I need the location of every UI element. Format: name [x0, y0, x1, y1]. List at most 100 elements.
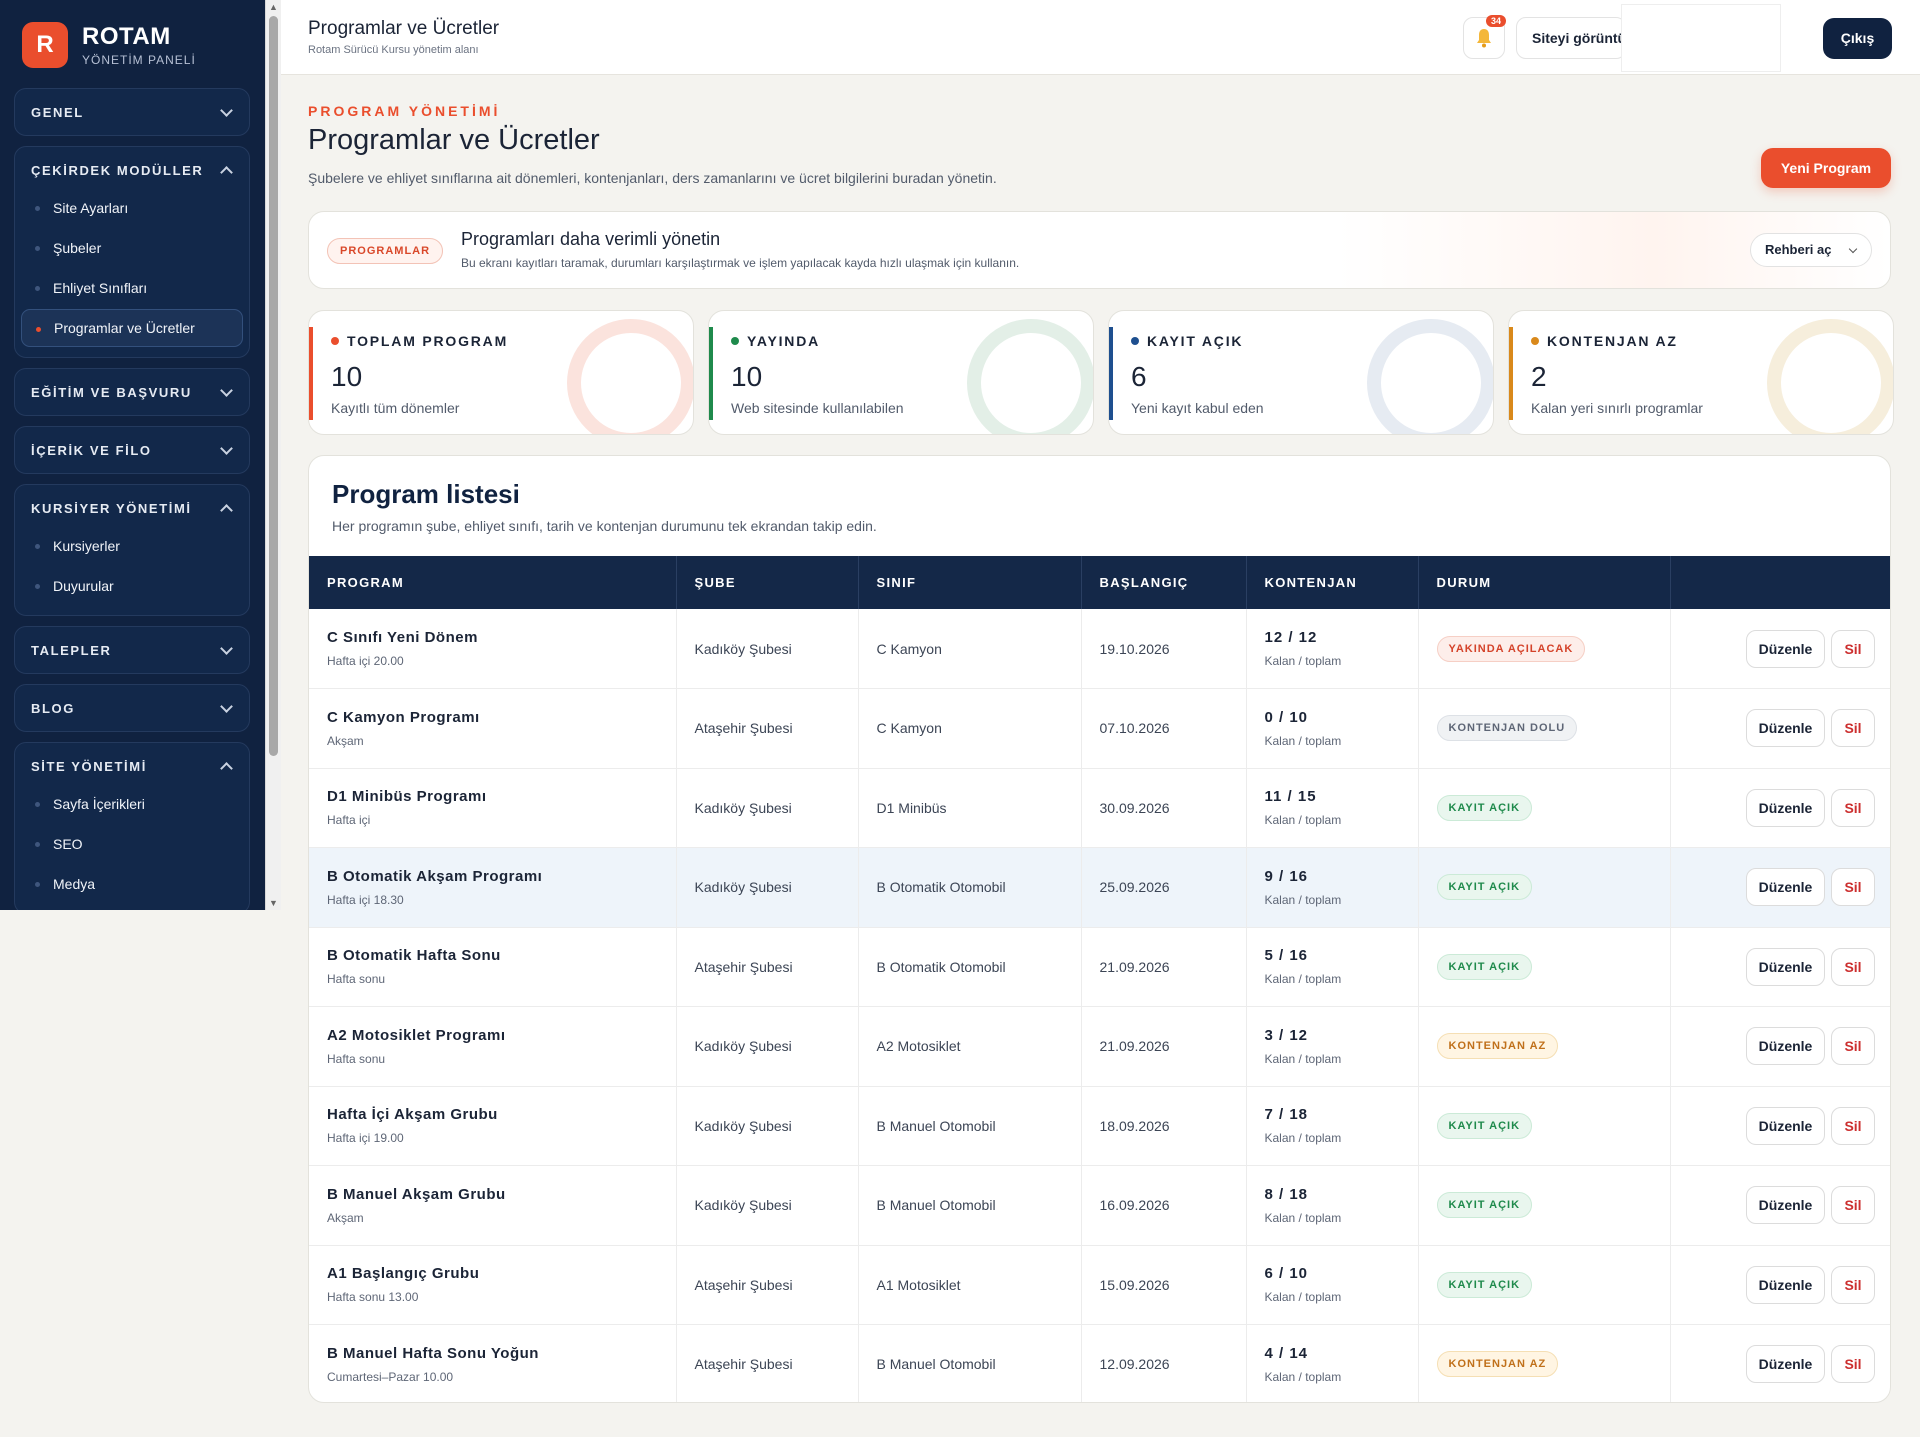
table-row[interactable]: B Manuel Hafta Sonu Yoğun Cumartesi–Pazar…	[309, 1324, 1890, 1402]
nav-group-header[interactable]: SİTE YÖNETİMİ	[15, 743, 249, 789]
nav-group-title: ÇEKİRDEK MODÜLLER	[31, 162, 204, 178]
program-name: C Kamyon Programı	[327, 708, 480, 726]
notification-badge: 34	[1486, 15, 1507, 27]
column-header-actions	[1670, 556, 1890, 609]
chevron-down-icon	[219, 385, 233, 399]
table-row[interactable]: Hafta İçi Akşam Grubu Hafta içi 19.00 Kadı…	[309, 1086, 1890, 1166]
sidebar-item-ehliyet-siniflari[interactable]: Ehliyet Sınıfları	[21, 269, 243, 307]
sidebar-item-duyurular[interactable]: Duyurular	[21, 567, 243, 605]
sidebar-item-kursiyerler[interactable]: Kursiyerler	[21, 527, 243, 565]
branch-cell: Kadıköy Şubesi	[676, 1165, 859, 1245]
quota-caption: Kalan / toplam	[1264, 813, 1342, 828]
edit-button[interactable]: Düzenle	[1746, 1027, 1825, 1066]
table-row[interactable]: B Manuel Akşam Grubu Akşam Kadıköy Şubesi B…	[309, 1165, 1890, 1246]
edit-button[interactable]: Düzenle	[1746, 868, 1825, 907]
sidebar-item-label: SEO	[53, 836, 83, 852]
stat-hint: Kayıtlı tüm dönemler	[331, 400, 460, 416]
table-row[interactable]: B Otomatik Hafta Sonu Hafta sonu Ataşehir …	[309, 927, 1890, 1007]
table-row[interactable]: C Kamyon Programı Akşam Ataşehir Şubesi C K…	[309, 688, 1890, 769]
scrollbar-thumb[interactable]	[269, 16, 278, 756]
delete-button[interactable]: Sil	[1831, 629, 1875, 668]
open-guide-button[interactable]: Rehberi aç	[1750, 233, 1872, 267]
quota-cell: 12 / 12 Kalan / toplam	[1246, 609, 1419, 689]
table-row[interactable]: A1 Başlangıç Grubu Hafta sonu 13.00 Ataşeh…	[309, 1245, 1890, 1325]
actions-cell: Düzenle Sil	[1670, 1007, 1890, 1087]
edit-button[interactable]: Düzenle	[1746, 788, 1825, 827]
sidebar-item-label: Site Ayarları	[53, 200, 129, 216]
status-dot-icon	[1531, 337, 1539, 345]
edit-button[interactable]: Düzenle	[1746, 1106, 1825, 1145]
start-date-cell: 30.09.2026	[1081, 768, 1247, 848]
class-cell: A1 Motosiklet	[858, 1245, 1082, 1325]
program-schedule: Hafta sonu 13.00	[327, 1290, 419, 1305]
nav-group-header[interactable]: ÇEKİRDEK MODÜLLER	[15, 147, 249, 193]
delete-button[interactable]: Sil	[1831, 709, 1875, 748]
nav-group-header[interactable]: BLOG	[15, 685, 249, 731]
edit-button[interactable]: Düzenle	[1746, 709, 1825, 748]
edit-button[interactable]: Düzenle	[1746, 629, 1825, 668]
scroll-down-arrow-icon[interactable]: ▼	[266, 896, 281, 910]
chevron-down-icon	[1847, 244, 1859, 256]
nav-group-header[interactable]: İÇERİK VE FİLO	[15, 427, 249, 473]
brand[interactable]: R ROTAM YÖNETİM PANELİ	[22, 22, 196, 68]
table-row[interactable]: C Sınıfı Yeni Dönem Hafta içi 20.00 Kadıkö…	[309, 609, 1890, 689]
delete-button[interactable]: Sil	[1831, 1027, 1875, 1066]
edit-button[interactable]: Düzenle	[1746, 1265, 1825, 1304]
edit-button[interactable]: Düzenle	[1746, 1345, 1825, 1384]
quota-caption: Kalan / toplam	[1264, 1290, 1342, 1305]
nav-group-title: EĞİTİM VE BAŞVURU	[31, 384, 192, 400]
nav-group-site-yonetimi: SİTE YÖNETİMİ Sayfa İçerikleri SEO Medya	[14, 742, 250, 910]
sidebar-nav: GENEL ÇEKİRDEK MODÜLLER Site Ayarları Şubel…	[14, 88, 250, 910]
quota-value: 12 / 12	[1264, 629, 1318, 646]
sidebar-item-medya[interactable]: Medya	[21, 865, 243, 903]
stat-label-text: KONTENJAN AZ	[1547, 333, 1678, 349]
new-program-button[interactable]: Yeni Program	[1761, 148, 1891, 188]
guide-banner: PROGRAMLAR Programları daha verimli yöne…	[308, 211, 1891, 289]
quota-cell: 4 / 14 Kalan / toplam	[1246, 1324, 1419, 1402]
delete-button[interactable]: Sil	[1831, 1106, 1875, 1145]
table-row[interactable]: A2 Motosiklet Programı Hafta sonu Kadıköy …	[309, 1006, 1890, 1087]
stat-label: YAYINDA	[731, 333, 820, 349]
chevron-down-icon	[219, 643, 233, 657]
logout-button[interactable]: Çıkış	[1823, 18, 1892, 59]
actions-cell: Düzenle Sil	[1670, 1166, 1890, 1246]
class-cell: B Manuel Otomobil	[858, 1086, 1082, 1166]
nav-group-kursiyer-yonetimi: KURSİYER YÖNETİMİ Kursiyerler Duyurular	[14, 484, 250, 616]
sidebar-item-seo[interactable]: SEO	[21, 825, 243, 863]
delete-button[interactable]: Sil	[1831, 868, 1875, 907]
quota-cell: 6 / 10 Kalan / toplam	[1246, 1245, 1419, 1325]
notifications-button[interactable]: 34	[1463, 15, 1507, 59]
start-date-cell: 21.09.2026	[1081, 927, 1247, 1007]
sidebar-item-label: Sayfa İçerikleri	[53, 796, 145, 812]
program-list-description: Her programın şube, ehliyet sınıfı, tari…	[332, 518, 877, 534]
edit-button[interactable]: Düzenle	[1746, 1186, 1825, 1225]
sidebar-item-subeler[interactable]: Şubeler	[21, 229, 243, 267]
delete-button[interactable]: Sil	[1831, 947, 1875, 986]
delete-button[interactable]: Sil	[1831, 1186, 1875, 1225]
table-row[interactable]: B Otomatik Akşam Programı Hafta içi 18.30…	[309, 847, 1890, 927]
nav-group-header[interactable]: EĞİTİM VE BAŞVURU	[15, 369, 249, 415]
branch-cell: Kadıköy Şubesi	[676, 609, 859, 689]
quota-value: 11 / 15	[1264, 788, 1317, 806]
actions-cell: Düzenle Sil	[1670, 689, 1890, 769]
delete-button[interactable]: Sil	[1831, 1345, 1875, 1384]
scroll-up-arrow-icon[interactable]: ▲	[266, 0, 281, 14]
nav-group-header[interactable]: TALEPLER	[15, 627, 249, 673]
sidebar-item-site-ayarlari[interactable]: Site Ayarları	[21, 189, 243, 227]
sidebar-scrollbar[interactable]: ▲ ▼	[265, 0, 281, 910]
sidebar-item-sayfa-icerikleri[interactable]: Sayfa İçerikleri	[21, 785, 243, 823]
delete-button[interactable]: Sil	[1831, 788, 1875, 827]
table-row[interactable]: D1 Minibüs Programı Hafta içi Kadıköy Şube…	[309, 768, 1890, 848]
edit-button[interactable]: Düzenle	[1746, 947, 1825, 986]
delete-button[interactable]: Sil	[1831, 1265, 1875, 1304]
branch-cell: Kadıköy Şubesi	[676, 1006, 859, 1086]
program-name: Hafta İçi Akşam Grubu	[327, 1106, 498, 1124]
stat-accent-bar	[1109, 327, 1113, 420]
view-site-button[interactable]: Siteyi görüntüle	[1516, 17, 1626, 59]
sidebar-item-programlar-ve-ucretler[interactable]: Programlar ve Ücretler	[21, 309, 243, 347]
branch-cell: Ataşehir Şubesi	[676, 1245, 859, 1325]
start-date-cell: 07.10.2026	[1081, 688, 1247, 768]
status-badge: KAYIT AÇIK	[1436, 1112, 1533, 1139]
nav-group-header[interactable]: GENEL	[15, 89, 249, 135]
nav-group-header[interactable]: KURSİYER YÖNETİMİ	[15, 485, 249, 531]
